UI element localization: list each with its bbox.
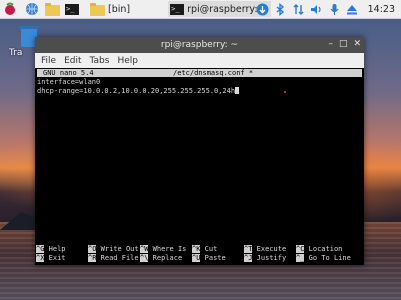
shortcut-write-out[interactable]: ^O Write Out: [88, 245, 139, 254]
nano-header: GNU nano 5.4/etc/dnsmasq.conf *: [37, 69, 362, 77]
system-tray: 14:23: [252, 0, 401, 18]
taskbar-folder-label: [bin]: [108, 3, 131, 15]
terminal-icon: >_: [170, 3, 185, 15]
minimize-icon[interactable]: –: [328, 39, 333, 49]
taskbar: >_ [bin] >_ rpi@raspberry: ~ 14:23: [0, 0, 401, 19]
maximize-icon[interactable]: □: [339, 39, 348, 49]
shortcut-paste[interactable]: ^U Paste: [192, 254, 226, 263]
menu-bar: File Edit Tabs Help: [35, 53, 364, 68]
shortcut-exit[interactable]: ^X Exit: [36, 254, 66, 263]
terminal-content[interactable]: GNU nano 5.4/etc/dnsmasq.conf * interfac…: [35, 68, 364, 265]
shortcut-justify[interactable]: ^J Justify: [244, 254, 286, 263]
volume-icon[interactable]: [309, 2, 324, 17]
folder-icon[interactable]: [44, 1, 60, 17]
editor-line: dhcp-range=10.0.0.2,10.0.0.20,255.255.25…: [37, 87, 236, 95]
microphone-icon[interactable]: [327, 2, 342, 17]
network-icon[interactable]: [291, 2, 306, 17]
editor-line-cursor[interactable]: dhcp-range=10.0.0.2,10.0.0.20,255.255.25…: [37, 87, 240, 96]
window-title: rpi@raspberry: ~: [160, 40, 239, 50]
shortcut-go-to-line[interactable]: ^_ Go To Line: [296, 254, 351, 263]
shortcut-cut[interactable]: ^K Cut: [192, 245, 217, 254]
shortcut-help[interactable]: ^G Help: [36, 245, 66, 254]
menu-edit[interactable]: Edit: [64, 56, 81, 66]
editor-line[interactable]: interface=wlan0: [37, 78, 100, 87]
shortcut-where-is[interactable]: ^W Where Is: [140, 245, 186, 254]
text-cursor: [235, 87, 240, 94]
update-icon[interactable]: [255, 2, 270, 17]
terminal-marker: [284, 91, 286, 93]
trash-label[interactable]: Tra: [9, 48, 22, 58]
shortcut-replace[interactable]: ^\ Replace: [140, 254, 182, 263]
shortcut-execute[interactable]: ^T Execute: [244, 245, 286, 254]
taskbar-folder-button[interactable]: [bin]: [88, 1, 132, 17]
shortcut-read-file[interactable]: ^R Read File: [88, 254, 139, 263]
nano-app-name: GNU nano 5.4: [43, 69, 94, 77]
folder-icon: [90, 2, 105, 16]
eject-icon[interactable]: [345, 2, 360, 17]
shortcut-location[interactable]: ^C Location: [296, 245, 342, 254]
window-titlebar[interactable]: rpi@raspberry: ~ – □ ✕: [35, 37, 364, 53]
globe-icon[interactable]: [24, 1, 40, 17]
menu-tabs[interactable]: Tabs: [90, 56, 110, 66]
menu-help[interactable]: Help: [117, 56, 138, 66]
menu-file[interactable]: File: [41, 56, 56, 66]
raspberry-icon[interactable]: [2, 1, 18, 17]
terminal-window: rpi@raspberry: ~ – □ ✕ File Edit Tabs He…: [35, 37, 364, 265]
bluetooth-icon[interactable]: [273, 2, 288, 17]
clock[interactable]: 14:23: [368, 4, 395, 15]
terminal-icon[interactable]: >_: [64, 1, 80, 17]
close-icon[interactable]: ✕: [353, 39, 361, 49]
nano-filename: /etc/dnsmasq.conf *: [173, 69, 254, 77]
